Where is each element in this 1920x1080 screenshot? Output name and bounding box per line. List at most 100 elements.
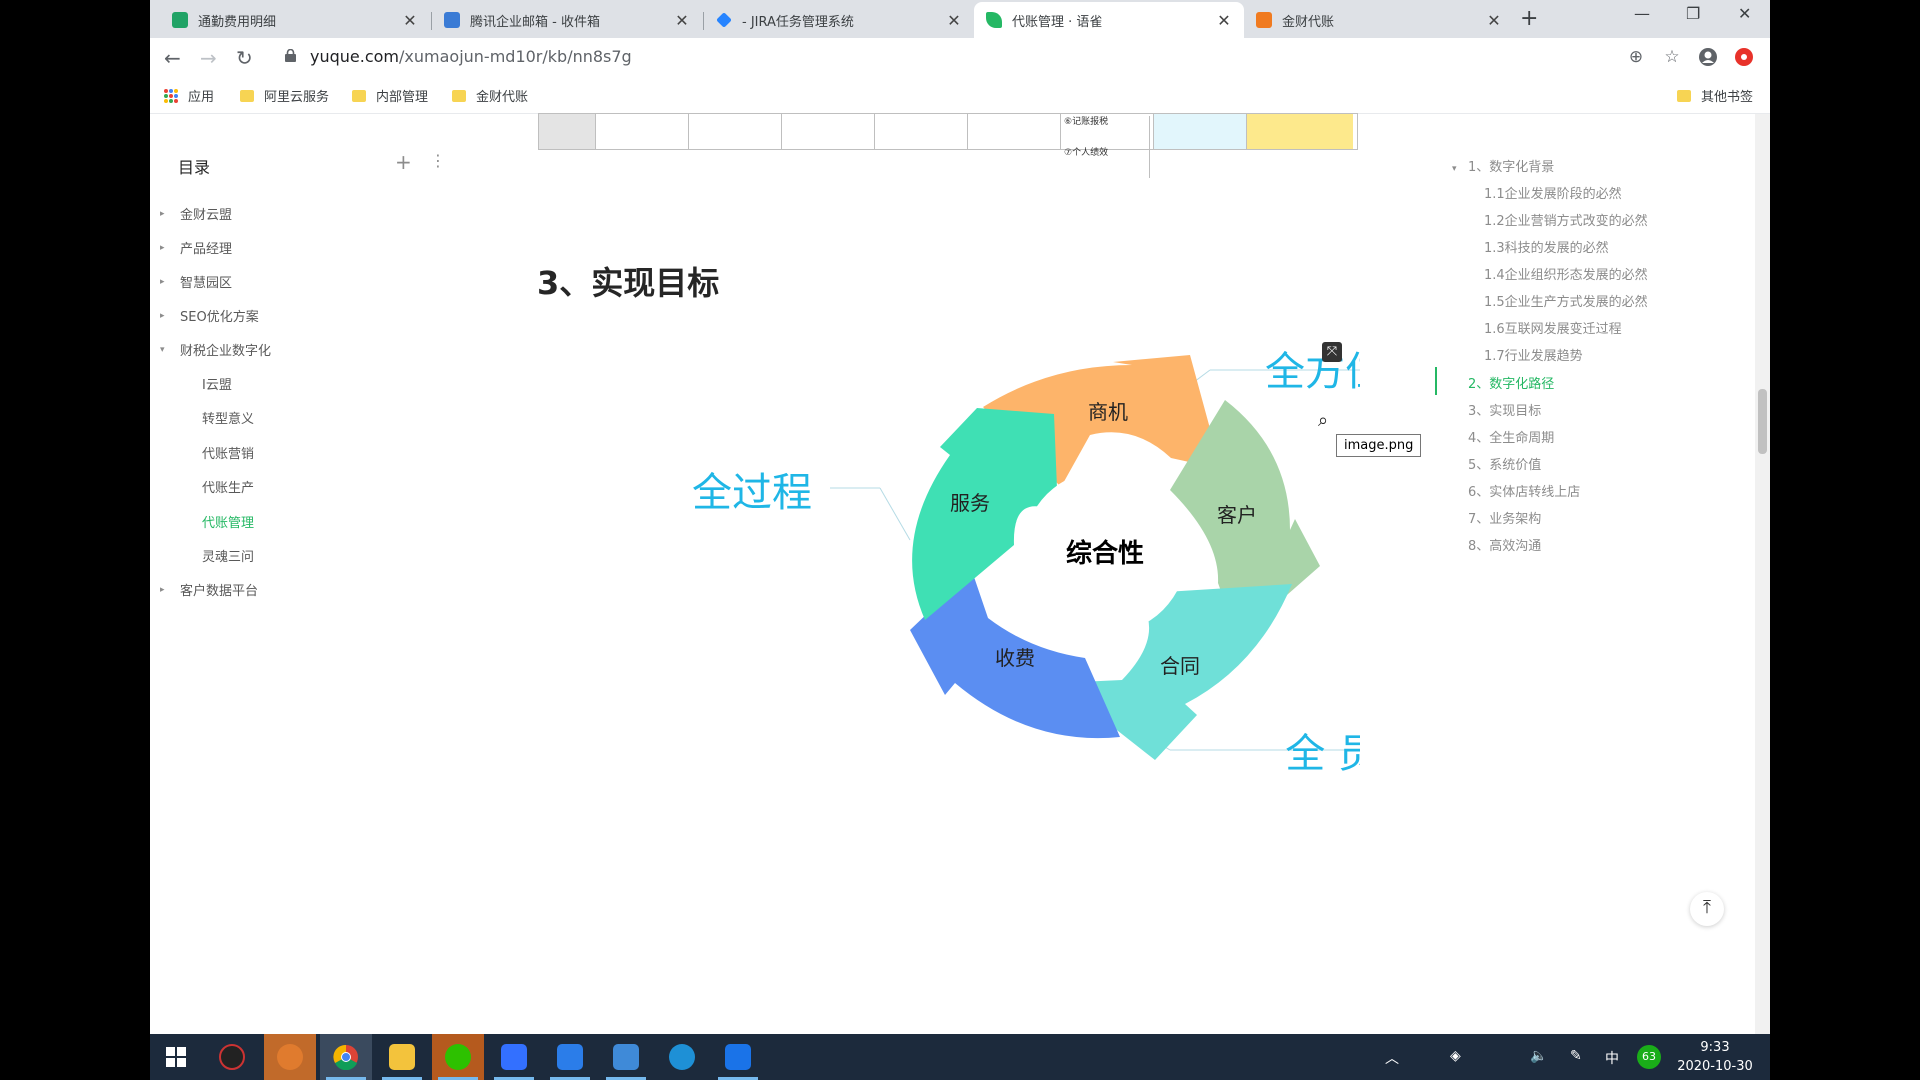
add-doc-button[interactable]: + bbox=[395, 150, 412, 174]
taskbar-app-ie[interactable] bbox=[656, 1034, 708, 1080]
url-field[interactable]: yuque.com/xumaojun-md10r/kb/nn8s7g bbox=[310, 47, 632, 66]
minimize-button[interactable]: — bbox=[1634, 4, 1650, 23]
sidebar-item-marketing[interactable]: 代账营销 bbox=[202, 443, 254, 462]
toc-item[interactable]: 7、业务架构 bbox=[1468, 508, 1541, 527]
image-tooltip: image.png bbox=[1336, 434, 1422, 457]
taskbar-app-search[interactable] bbox=[264, 1034, 316, 1080]
bookmark-apps[interactable]: 应用 bbox=[164, 86, 214, 105]
toc-item[interactable]: 5、系统价值 bbox=[1468, 454, 1541, 473]
sidebar-item-product-manager[interactable]: ▸ 产品经理 bbox=[160, 238, 232, 257]
sidebar-item-label: 金财云盟 bbox=[180, 208, 233, 223]
toc-item[interactable]: 1.2企业营销方式改变的必然 bbox=[1484, 210, 1648, 229]
caret-icon[interactable]: ▸ bbox=[160, 243, 174, 253]
window-close-button[interactable]: ✕ bbox=[1738, 4, 1751, 23]
taskbar-app-explorer[interactable] bbox=[376, 1034, 428, 1080]
cycle-diagram-image[interactable]: 综合性 商机 客户 合同 收费 服务 全方位 全过程 全 员 bbox=[530, 330, 1385, 790]
sidebar-item-label: SEO优化方案 bbox=[180, 310, 259, 325]
caret-icon[interactable]: ▸ bbox=[160, 585, 174, 595]
star-icon[interactable]: ☆ bbox=[1662, 47, 1682, 67]
toc-item[interactable]: 1.4企业组织形态发展的必然 bbox=[1484, 264, 1648, 283]
sidebar-title: 目录 bbox=[178, 158, 211, 177]
close-icon[interactable]: ✕ bbox=[674, 11, 690, 30]
sidebar-item-seo[interactable]: ▸ SEO优化方案 bbox=[160, 306, 259, 325]
sidebar-item-label: 转型意义 bbox=[202, 412, 255, 427]
toc-item[interactable]: 1.3科技的发展的必然 bbox=[1484, 237, 1609, 256]
more-icon[interactable]: ⋮ bbox=[430, 151, 446, 170]
reload-button[interactable]: ↻ bbox=[236, 46, 253, 70]
toc-item[interactable]: 1.1企业发展阶段的必然 bbox=[1484, 183, 1622, 202]
folder-icon bbox=[1677, 89, 1691, 102]
table-cell bbox=[539, 114, 596, 149]
sidebar-item-digitalization[interactable]: ▾ 财税企业数字化 bbox=[160, 340, 271, 359]
toc-item[interactable]: 4、全生命周期 bbox=[1468, 427, 1554, 446]
bookmark-aliyun[interactable]: 阿里云服务 bbox=[240, 86, 329, 105]
bookmark-jincai[interactable]: 金财代账 bbox=[452, 86, 528, 105]
toc-caret-icon[interactable]: ▾ bbox=[1452, 164, 1457, 174]
close-icon[interactable]: ✕ bbox=[1486, 11, 1502, 30]
volume-icon[interactable]: 🔈 bbox=[1530, 1048, 1547, 1064]
tray-app-icon[interactable]: ◈ bbox=[1450, 1048, 1461, 1064]
browser-window: 通勤费用明细 ✕ 腾讯企业邮箱 - 收件箱 ✕ - JIRA任务管理系统 ✕ 代… bbox=[150, 0, 1770, 1080]
caret-icon[interactable]: ▸ bbox=[160, 209, 174, 219]
taskbar-app-wechat[interactable] bbox=[432, 1034, 484, 1080]
table-cell bbox=[689, 114, 782, 149]
bookmark-internal[interactable]: 内部管理 bbox=[352, 86, 428, 105]
tab-jira[interactable]: - JIRA任务管理系统 ✕ bbox=[704, 2, 974, 38]
scrollbar-thumb[interactable] bbox=[1758, 389, 1767, 454]
sidebar-item-smart-park[interactable]: ▸ 智慧园区 bbox=[160, 272, 232, 291]
ime-indicator[interactable]: 中 bbox=[1605, 1048, 1619, 1068]
caret-icon[interactable]: ▸ bbox=[160, 311, 174, 321]
taskbar-app-recorder[interactable] bbox=[206, 1034, 258, 1080]
add-icon[interactable]: ⊕ bbox=[1626, 47, 1646, 67]
pen-icon[interactable]: ✎ bbox=[1570, 1048, 1582, 1064]
tab-jincai[interactable]: 金财代账 ✕ bbox=[1244, 2, 1514, 38]
toc-item[interactable]: 8、高效沟通 bbox=[1468, 535, 1541, 554]
restore-button[interactable]: ❐ bbox=[1686, 4, 1700, 23]
tab-yuque[interactable]: 代账管理 · 语雀 ✕ bbox=[974, 2, 1244, 38]
sidebar: 目录 + ⋮ ▸ 金财云盟 ▸ 产品经理 ▸ 智慧园区 ▸ SEO优化方案 ▾ 财税企业数… bbox=[150, 114, 480, 1014]
taskbar-app-wps[interactable] bbox=[544, 1034, 596, 1080]
back-button[interactable]: ← bbox=[164, 46, 181, 70]
sidebar-item-jincai-yunmeng[interactable]: ▸ 金财云盟 bbox=[160, 204, 232, 223]
notification-badge[interactable]: 63 bbox=[1637, 1045, 1661, 1069]
toc-item[interactable]: 1.5企业生产方式发展的必然 bbox=[1484, 291, 1648, 310]
taskbar-app-lanhu[interactable] bbox=[712, 1034, 764, 1080]
caret-icon[interactable]: ▸ bbox=[160, 277, 174, 287]
tab-label: 代账管理 · 语雀 bbox=[1012, 14, 1103, 30]
sidebar-item-cdp[interactable]: ▸ 客户数据平台 bbox=[160, 580, 258, 599]
recorder-icon bbox=[219, 1044, 245, 1070]
taskbar-app-chrome[interactable] bbox=[320, 1034, 372, 1080]
tab-mail[interactable]: 腾讯企业邮箱 - 收件箱 ✕ bbox=[432, 2, 702, 38]
toc-item[interactable]: 6、实体店转线上店 bbox=[1468, 481, 1580, 500]
close-icon[interactable]: ✕ bbox=[946, 11, 962, 30]
extension-icon[interactable] bbox=[1734, 47, 1754, 67]
tray-expand-icon[interactable]: ︿ bbox=[1385, 1048, 1399, 1068]
sidebar-item-management[interactable]: 代账管理 bbox=[202, 512, 254, 531]
expand-icon[interactable]: ⤧ bbox=[1322, 342, 1342, 362]
forward-button[interactable]: → bbox=[200, 46, 217, 70]
toc-item[interactable]: 3、实现目标 bbox=[1468, 400, 1541, 419]
close-icon[interactable]: ✕ bbox=[1216, 11, 1232, 30]
new-tab-button[interactable]: + bbox=[1520, 6, 1538, 31]
toc-item-active[interactable]: 2、数字化路径 bbox=[1468, 373, 1554, 392]
toc-item[interactable]: 1.6互联网发展变迁过程 bbox=[1484, 318, 1622, 337]
close-icon[interactable]: ✕ bbox=[402, 11, 418, 30]
toc-item[interactable]: 1、数字化背景 bbox=[1468, 156, 1554, 175]
back-to-top-button[interactable]: ⤒ bbox=[1690, 892, 1724, 926]
toc-item[interactable]: 1.7行业发展趋势 bbox=[1484, 345, 1583, 364]
start-button[interactable] bbox=[150, 1034, 202, 1080]
table-cell bbox=[1154, 114, 1247, 149]
sidebar-item-three-questions[interactable]: 灵魂三问 bbox=[202, 546, 254, 565]
taskbar-app-wps-sheet[interactable] bbox=[600, 1034, 652, 1080]
folder-icon bbox=[352, 89, 366, 102]
tab-commute-costs[interactable]: 通勤费用明细 ✕ bbox=[160, 2, 430, 38]
taskbar-app-feishu[interactable] bbox=[488, 1034, 540, 1080]
sidebar-item-transformation[interactable]: 转型意义 bbox=[202, 408, 254, 427]
caret-icon[interactable]: ▾ bbox=[160, 345, 174, 355]
bookmark-other[interactable]: 其他书签 bbox=[1677, 86, 1753, 105]
sidebar-item-production[interactable]: 代账生产 bbox=[202, 477, 254, 496]
system-clock[interactable]: 9:33 2020-10-30 bbox=[1675, 1038, 1755, 1076]
account-icon[interactable] bbox=[1698, 47, 1718, 67]
page-scrollbar[interactable] bbox=[1755, 114, 1770, 1034]
sidebar-item-i-yunmeng[interactable]: I云盟 bbox=[202, 374, 232, 393]
